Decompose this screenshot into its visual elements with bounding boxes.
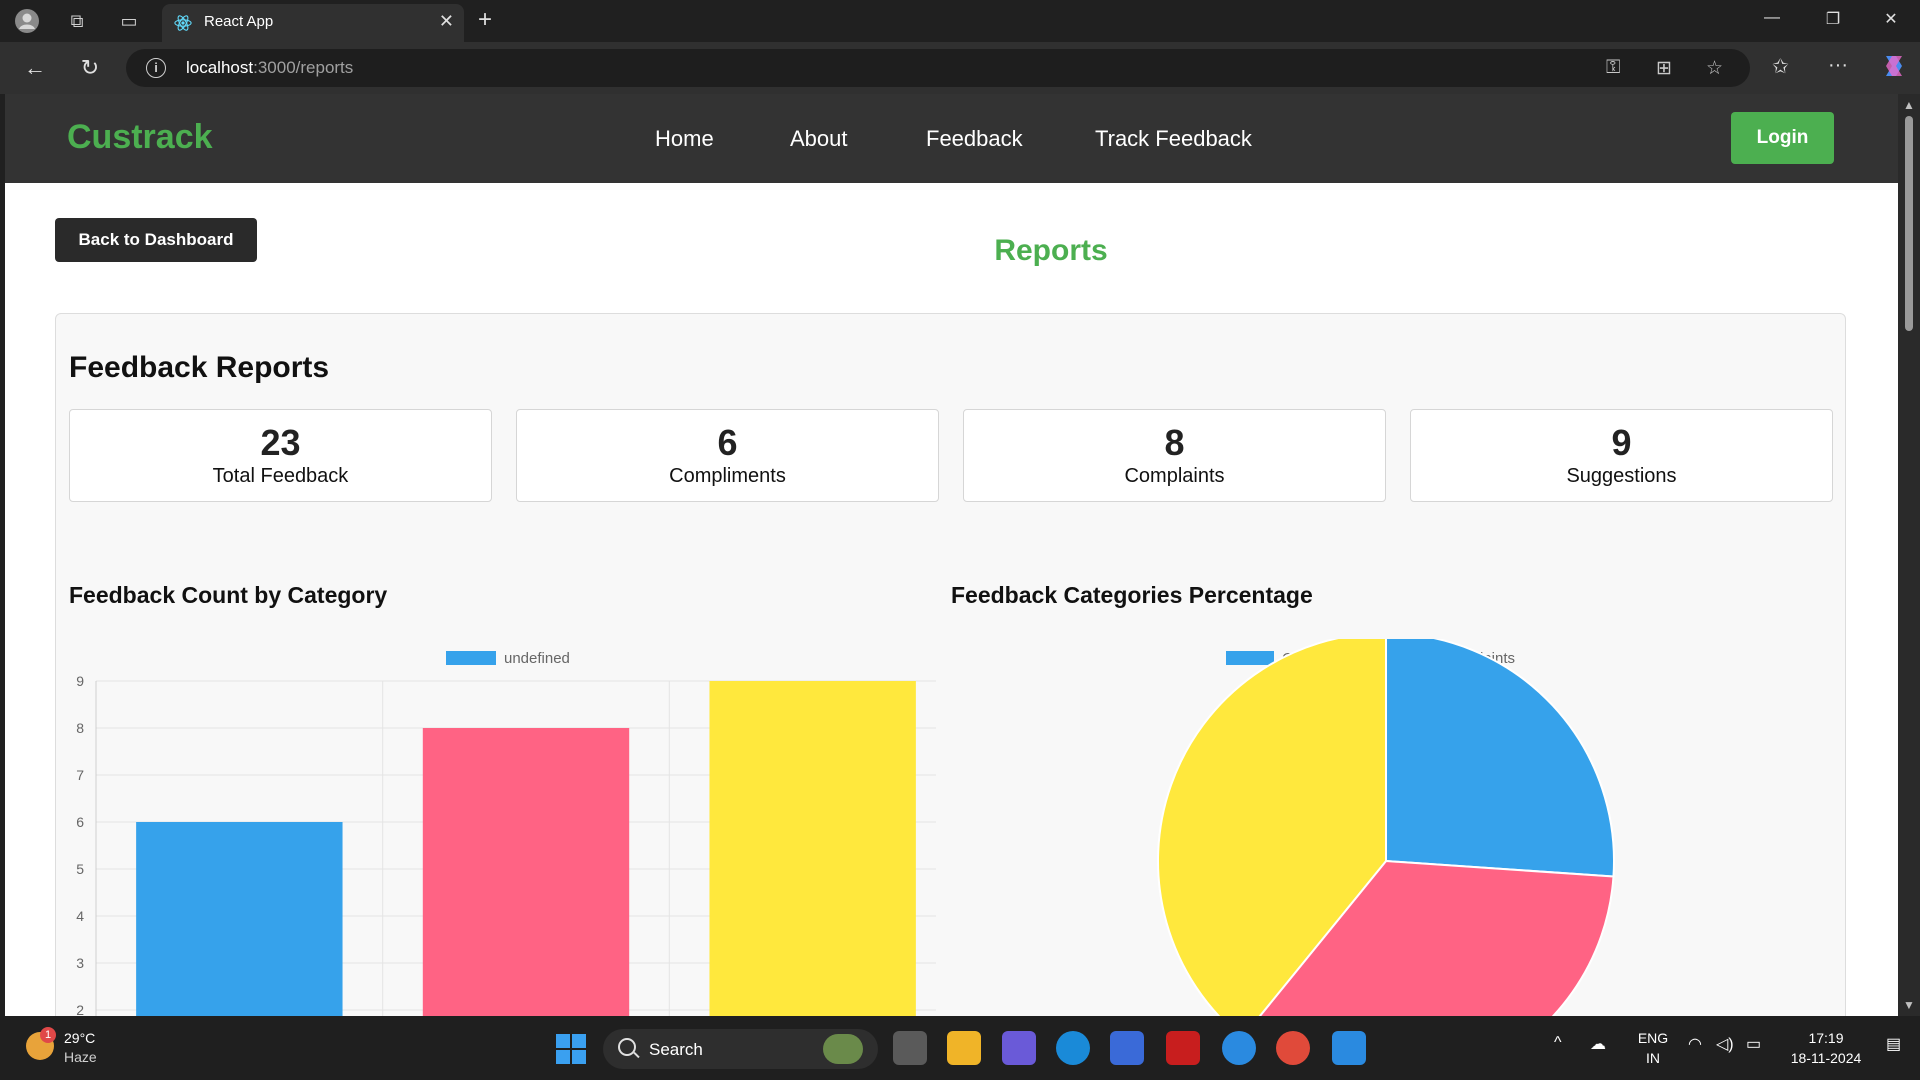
tab-react-app[interactable]: React App ✕ xyxy=(162,4,464,42)
wifi-icon[interactable]: ◠ xyxy=(1688,1034,1702,1054)
stat-label: Total Feedback xyxy=(212,465,349,487)
y-tick-label: 5 xyxy=(76,861,84,877)
url-field[interactable]: i localhost:3000/reports ⚿ ⊞ ☆ xyxy=(126,49,1750,87)
stat-value: 6 xyxy=(717,422,738,463)
login-button[interactable]: Login xyxy=(1731,112,1834,164)
stat-value: 23 xyxy=(260,422,301,463)
y-tick-label: 4 xyxy=(76,908,84,924)
tab-title: React App xyxy=(204,13,274,30)
region-code[interactable]: IN xyxy=(1633,1050,1673,1066)
nav-track-feedback[interactable]: Track Feedback xyxy=(1095,126,1252,152)
url-text: localhost:3000/reports xyxy=(186,58,354,77)
weather-desc[interactable]: Haze xyxy=(64,1049,97,1065)
volume-icon[interactable]: ◁) xyxy=(1716,1034,1734,1054)
stat-label: Suggestions xyxy=(1566,465,1677,487)
nav-about[interactable]: About xyxy=(790,126,848,152)
workspaces-icon[interactable]: ⧉ xyxy=(64,8,90,34)
app-navbar: Custrack Home About Feedback Track Feedb… xyxy=(5,94,1898,183)
panel-title: Feedback Reports xyxy=(69,351,330,384)
pie-slice-compliments xyxy=(1385,639,1615,878)
react-icon xyxy=(174,15,192,31)
scroll-up-icon[interactable]: ▲ xyxy=(1903,98,1915,112)
stat-card-total: 23 Total Feedback xyxy=(69,409,492,502)
stat-value: 8 xyxy=(1164,422,1185,463)
vscode-icon[interactable] xyxy=(1332,1031,1366,1065)
back-arrow-icon[interactable]: ← xyxy=(20,55,50,81)
stat-card-complaints: 8 Complaints xyxy=(963,409,1386,502)
y-tick-label: 6 xyxy=(76,814,84,830)
bar-chart: undefined 9 8 7 6 5 4 3 2 xyxy=(76,650,936,1016)
bar-chart-title: Feedback Count by Category xyxy=(69,582,388,608)
restore-icon[interactable]: ❐ xyxy=(1818,9,1848,29)
tab-actions-icon[interactable]: ▭ xyxy=(116,8,142,34)
nav-home[interactable]: Home xyxy=(655,126,714,152)
search-highlight-icon xyxy=(823,1034,863,1064)
y-tick-label: 8 xyxy=(76,720,84,736)
window-close-icon[interactable]: ✕ xyxy=(1876,9,1906,29)
profile-icon[interactable] xyxy=(14,8,40,34)
new-tab-icon[interactable]: + xyxy=(478,6,492,34)
chrome-icon[interactable] xyxy=(1276,1031,1310,1065)
more-menu-icon[interactable]: ··· xyxy=(1828,54,1848,77)
pie-chart-title: Feedback Categories Percentage xyxy=(951,582,1313,608)
clock-date[interactable]: 18-11-2024 xyxy=(1776,1050,1876,1066)
help-icon[interactable] xyxy=(1222,1031,1256,1065)
taskbar-search[interactable]: Search xyxy=(603,1029,878,1069)
search-label: Search xyxy=(649,1040,703,1059)
legend-swatch xyxy=(446,651,496,665)
refresh-icon[interactable]: ↻ xyxy=(75,55,105,81)
edge-icon[interactable] xyxy=(1056,1031,1090,1065)
brand-logo[interactable]: Custrack xyxy=(67,118,213,157)
favorites-icon[interactable]: ✩ xyxy=(1772,54,1789,79)
weather-badge: 1 xyxy=(40,1027,56,1043)
language-code[interactable]: ENG xyxy=(1633,1030,1673,1046)
browser-tab-bar: ⧉ ▭ React App ✕ + — ❐ ✕ xyxy=(0,0,1920,42)
site-info-icon[interactable]: i xyxy=(146,58,166,78)
notification-icon[interactable]: ▤ xyxy=(1886,1034,1901,1054)
y-tick-label: 9 xyxy=(76,673,84,689)
apps-icon[interactable]: ⊞ xyxy=(1656,57,1672,80)
battery-icon[interactable]: ▭ xyxy=(1746,1034,1761,1054)
chevron-up-icon[interactable]: ^ xyxy=(1554,1034,1562,1052)
legend-label: undefined xyxy=(504,650,570,667)
minimize-icon[interactable]: — xyxy=(1757,9,1787,27)
task-view-icon[interactable] xyxy=(893,1031,927,1065)
search-icon xyxy=(618,1038,636,1056)
copilot-icon[interactable] xyxy=(1880,52,1908,86)
clock-time[interactable]: 17:19 xyxy=(1776,1030,1876,1046)
stat-card-suggestions: 9 Suggestions xyxy=(1410,409,1833,502)
close-icon[interactable]: ✕ xyxy=(439,11,454,32)
y-tick-label: 2 xyxy=(76,1002,84,1016)
stat-label: Compliments xyxy=(669,465,786,487)
bar-compliments xyxy=(136,822,343,1016)
bar-complaints xyxy=(422,728,630,1016)
legend-swatch xyxy=(1226,651,1274,665)
cloud-icon[interactable]: ☁ xyxy=(1590,1034,1606,1054)
start-windows-icon[interactable] xyxy=(556,1034,586,1064)
favorite-star-icon[interactable]: ☆ xyxy=(1706,57,1723,80)
y-tick-label: 7 xyxy=(76,767,84,783)
stat-value: 9 xyxy=(1611,422,1632,463)
stat-card-compliments: 6 Compliments xyxy=(516,409,939,502)
weather-temp[interactable]: 29°C xyxy=(64,1030,95,1046)
mcafee-icon[interactable] xyxy=(1166,1031,1200,1065)
key-icon[interactable]: ⚿ xyxy=(1606,57,1620,79)
copilot-app-icon[interactable] xyxy=(1002,1031,1036,1065)
windows-taskbar: 1 29°C Haze Search ^ ☁ ENG IN ◠ ◁) ▭ 17:… xyxy=(0,1016,1920,1080)
y-tick-label: 3 xyxy=(76,955,84,971)
stat-label: Complaints xyxy=(1124,465,1225,487)
store-icon[interactable] xyxy=(1110,1031,1144,1065)
pie-chart: ComplimentsComplaints xyxy=(1157,639,1615,1016)
feedback-reports-panel: Feedback Reports 23 Total Feedback 6 Com… xyxy=(55,313,1846,1016)
page-scrollbar[interactable]: ▲ ▼ xyxy=(1898,94,1920,1016)
file-explorer-icon[interactable] xyxy=(947,1031,981,1065)
scroll-down-icon[interactable]: ▼ xyxy=(1903,998,1915,1012)
page-viewport: Custrack Home About Feedback Track Feedb… xyxy=(5,94,1898,1016)
nav-feedback[interactable]: Feedback xyxy=(926,126,1023,152)
page-title: Reports xyxy=(994,234,1108,267)
address-bar-row: ← ↻ i localhost:3000/reports ⚿ ⊞ ☆ ✩ ··· xyxy=(0,42,1920,94)
scroll-thumb[interactable] xyxy=(1905,116,1913,331)
bar-suggestions xyxy=(709,681,916,1016)
